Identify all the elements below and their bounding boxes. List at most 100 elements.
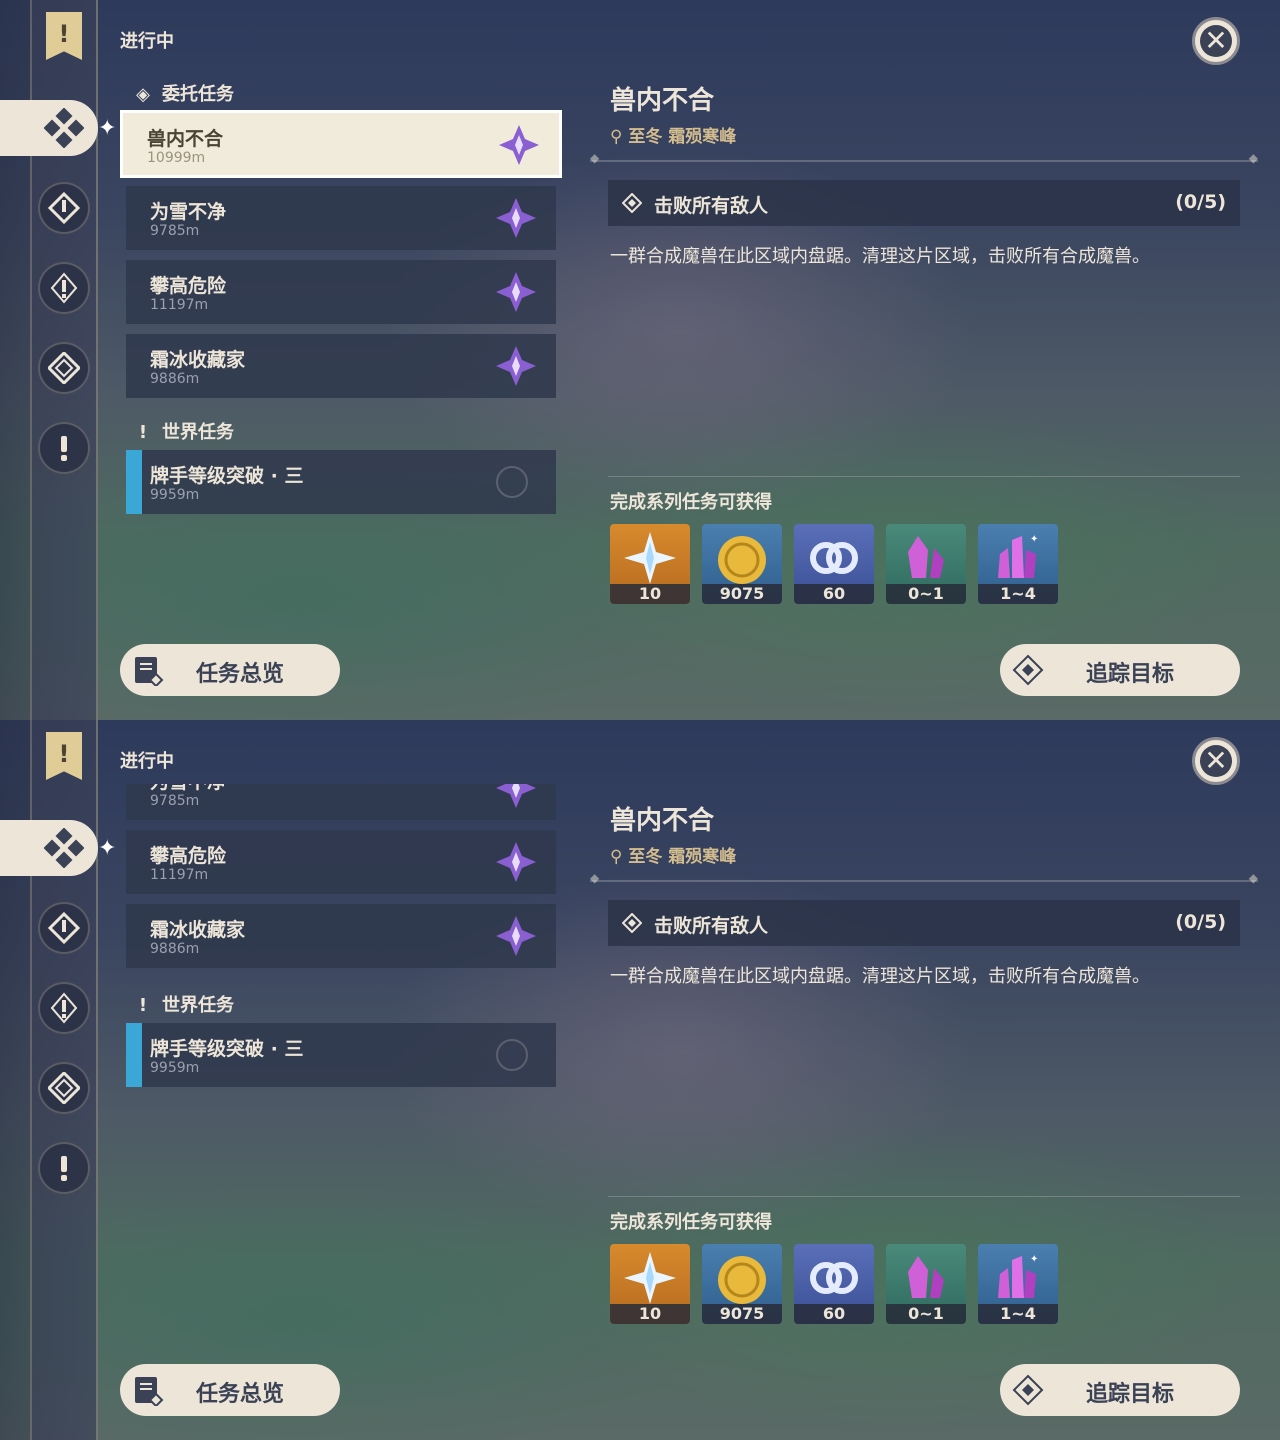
rail-archon-quest-tab[interactable]: [38, 902, 90, 954]
list-item[interactable]: 兽内不合 10999m: [120, 110, 562, 178]
track-target-button[interactable]: 追踪目标: [1000, 644, 1240, 696]
crystal-icon: [908, 536, 944, 578]
list-item[interactable]: 攀高危险 11197m: [126, 830, 556, 894]
reward-count: 10: [610, 1304, 690, 1324]
reward-item[interactable]: 0~1: [886, 524, 966, 604]
quest-overview-button[interactable]: 任务总览: [120, 1364, 340, 1416]
rail-world-quest-tab[interactable]: [38, 1142, 90, 1194]
exclamation-icon: !: [138, 995, 148, 1016]
world-section-label: 世界任务: [162, 995, 234, 1016]
rail-daily-quest-tab[interactable]: [38, 342, 90, 394]
reward-count: 9075: [702, 584, 782, 604]
list-item[interactable]: 牌手等级突破 · 三 9959m: [126, 450, 556, 514]
divider: [590, 871, 1258, 885]
diamond-quest-icon: [48, 352, 80, 384]
reward-item[interactable]: 0~1: [886, 1244, 966, 1324]
quest-distance: 11197m: [150, 297, 209, 313]
quest-overview-button[interactable]: 任务总览: [120, 644, 340, 696]
rail-story-quest-tab[interactable]: [38, 262, 90, 314]
rail-commission-tab[interactable]: [0, 820, 98, 876]
objective-bar: 击败所有敌人 (0/5): [608, 180, 1240, 226]
mora-icon: [718, 536, 766, 584]
reward-item[interactable]: 9075: [702, 524, 782, 604]
divider: [608, 476, 1240, 477]
story-quest-icon: [50, 992, 78, 1024]
crystal-cluster-icon: ✦: [998, 1254, 1038, 1298]
world-section-heading: ! 世界任务: [132, 991, 234, 1017]
reward-count: 60: [794, 1304, 874, 1324]
commission-section-label: 委托任务: [162, 84, 234, 105]
rewards-title: 完成系列任务可获得: [610, 492, 772, 513]
divider: [608, 1196, 1240, 1197]
rail-archon-quest-tab[interactable]: [38, 182, 90, 234]
location-pin-icon: ⚲: [610, 847, 629, 867]
quest-location-text: 至冬 霜殒寒峰: [628, 127, 737, 147]
quest-book-icon: [135, 657, 164, 686]
rail-world-quest-tab[interactable]: [38, 422, 90, 474]
commission-tab-icon: [44, 828, 84, 868]
objective-progress: (0/5): [1175, 191, 1226, 213]
companionship-exp-icon: [810, 1262, 858, 1294]
reward-item[interactable]: 60: [794, 524, 874, 604]
track-diamond-icon: [1012, 654, 1044, 686]
rail-commission-tab[interactable]: [0, 100, 98, 156]
commission-tab-icon: [44, 108, 84, 148]
reward-count: 9075: [702, 1304, 782, 1324]
quest-name: 攀高危险: [150, 275, 227, 297]
track-target-label: 追踪目标: [1086, 662, 1175, 687]
list-item[interactable]: 为雪不净 9785m: [126, 784, 556, 820]
svg-text:✦: ✦: [1030, 1254, 1038, 1265]
quest-location: ⚲ 至冬 霜殒寒峰: [610, 842, 736, 867]
commission-star-icon: [499, 125, 539, 165]
reward-item[interactable]: 9075: [702, 1244, 782, 1324]
rail-story-quest-tab[interactable]: [38, 982, 90, 1034]
quest-title: 兽内不合: [610, 806, 715, 836]
mora-icon: [718, 1256, 766, 1304]
location-pin-icon: ⚲: [610, 127, 629, 147]
reward-count: 10: [610, 584, 690, 604]
primogem-icon: [624, 532, 676, 584]
close-button[interactable]: ✕: [1192, 737, 1240, 785]
reward-item[interactable]: 10: [610, 524, 690, 604]
world-quest-list: 牌手等级突破 · 三 9959m: [118, 1023, 568, 1089]
sparkle-icon: ✦: [98, 836, 117, 861]
location-pin-icon[interactable]: [496, 1039, 528, 1071]
quest-location-text: 至冬 霜殒寒峰: [628, 847, 737, 867]
commission-star-icon: [496, 784, 536, 808]
commission-list: 兽内不合 10999m 为雪不净 9785m 攀高危险 11197m 霜冰收藏家…: [118, 108, 568, 408]
close-icon: ✕: [1204, 24, 1228, 57]
quest-name: 为雪不净: [150, 201, 227, 223]
exclamation-icon: [61, 1156, 67, 1181]
objective-progress: (0/5): [1175, 911, 1226, 933]
reward-item[interactable]: 10: [610, 1244, 690, 1324]
list-item[interactable]: 牌手等级突破 · 三 9959m: [126, 1023, 556, 1087]
list-item[interactable]: 霜冰收藏家 9886m: [126, 904, 556, 968]
commission-star-icon: [496, 272, 536, 312]
world-section-label: 世界任务: [162, 422, 234, 443]
reward-item[interactable]: 60: [794, 1244, 874, 1324]
primogem-icon: [624, 1252, 676, 1304]
quest-name: 兽内不合: [147, 128, 224, 150]
reward-item[interactable]: ✦ 1~4: [978, 1244, 1058, 1324]
list-item[interactable]: 为雪不净 9785m: [126, 186, 556, 250]
quest-screen-top: ! ✦ 进行中 ✕ ◈ 委托任务 兽内不合 10999m 为雪不净 9785m: [0, 0, 1280, 720]
close-button[interactable]: ✕: [1192, 17, 1240, 65]
commission-section-heading: ◈ 委托任务: [132, 80, 234, 106]
rail-daily-quest-tab[interactable]: [38, 1062, 90, 1114]
diamond-quest-icon: [48, 1072, 80, 1104]
story-quest-icon: [50, 272, 78, 304]
objective-diamond-icon: [622, 193, 642, 213]
list-item[interactable]: 霜冰收藏家 9886m: [126, 334, 556, 398]
track-target-label: 追踪目标: [1086, 1382, 1175, 1407]
world-quest-list: 牌手等级突破 · 三 9959m: [118, 450, 568, 516]
divider: [590, 151, 1258, 165]
track-target-button[interactable]: 追踪目标: [1000, 1364, 1240, 1416]
exclamation-icon: !: [138, 422, 148, 443]
quest-distance: 9785m: [150, 793, 200, 809]
sparkle-icon: ✦: [98, 116, 117, 141]
reward-item[interactable]: ✦ 1~4: [978, 524, 1058, 604]
list-item[interactable]: 攀高危险 11197m: [126, 260, 556, 324]
quest-name: 霜冰收藏家: [150, 349, 246, 371]
location-pin-icon[interactable]: [496, 466, 528, 498]
quest-title: 兽内不合: [610, 86, 715, 116]
